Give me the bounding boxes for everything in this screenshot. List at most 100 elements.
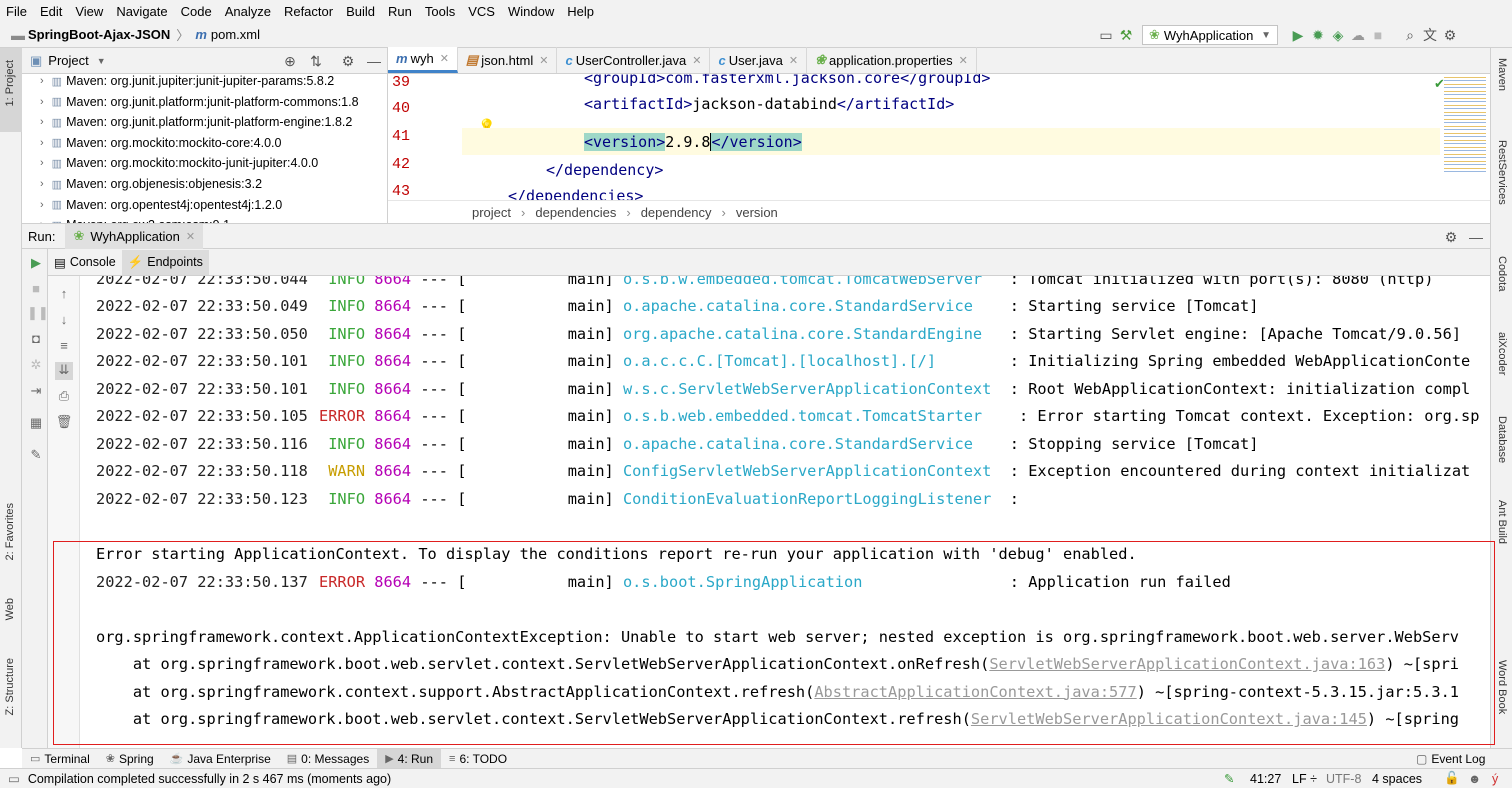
run-icon[interactable]: ▶: [1288, 25, 1308, 45]
debug-icon[interactable]: ✹: [1308, 25, 1328, 45]
close-icon[interactable]: ✕: [539, 54, 548, 67]
stop-icon[interactable]: ■: [27, 281, 45, 299]
tree-item[interactable]: › ▥ Maven: org.junit.platform:junit-platfo…: [40, 92, 359, 112]
close-icon[interactable]: ✕: [959, 54, 968, 67]
chevron-right-icon[interactable]: ›: [40, 96, 44, 108]
layout-icon[interactable]: ▦: [27, 415, 45, 433]
menu-build[interactable]: Build: [346, 4, 375, 19]
menu-file[interactable]: File: [6, 4, 27, 19]
bottom-tab[interactable]: ≡ 6: TODO: [441, 749, 515, 769]
trash-icon[interactable]: 🗑: [55, 414, 73, 432]
status-line-sep[interactable]: LF ÷: [1292, 772, 1317, 786]
tree-item[interactable]: › ▥ Maven: org.junit.jupiter:junit-jupiter…: [40, 71, 334, 91]
chevron-right-icon[interactable]: ›: [40, 137, 44, 149]
translate-icon[interactable]: 文: [1420, 25, 1440, 45]
chevron-right-icon[interactable]: ›: [40, 178, 44, 190]
menu-vcs[interactable]: VCS: [468, 4, 495, 19]
bottom-tab[interactable]: ▤ 0: Messages: [279, 749, 377, 769]
menu-code[interactable]: Code: [181, 4, 212, 19]
menu-refactor[interactable]: Refactor: [284, 4, 333, 19]
editor-tab[interactable]: ▤ json.html ✕: [458, 47, 558, 73]
nav-project[interactable]: SpringBoot-Ajax-JSON: [28, 27, 170, 42]
breadcrumb-item[interactable]: version: [736, 205, 778, 220]
menu-view[interactable]: View: [75, 4, 103, 19]
database-tool-button[interactable]: Database: [1496, 416, 1508, 463]
memory-icon[interactable]: ☻: [1468, 772, 1481, 786]
status-panel-icon[interactable]: ▭: [8, 771, 20, 786]
breadcrumb-item[interactable]: project: [472, 205, 511, 220]
favorites-tool-button[interactable]: 2: Favorites: [4, 503, 16, 560]
status-encoding[interactable]: UTF-8: [1326, 772, 1361, 786]
bottom-tab[interactable]: ▶ 4: Run: [377, 748, 442, 769]
run-app-tab[interactable]: ❀ WyhApplication ✕: [65, 223, 204, 249]
chevron-right-icon[interactable]: ›: [40, 116, 44, 128]
code-view[interactable]: <groupId>com.fasterxml.jackson.core</gro…: [462, 74, 1462, 200]
lock-icon[interactable]: 🔓: [1444, 771, 1460, 786]
editor-tab[interactable]: ❀ application.properties ✕: [807, 47, 977, 73]
minimize-icon[interactable]: —: [1466, 227, 1486, 247]
ant-build-tool-button[interactable]: Ant Build: [1496, 500, 1508, 544]
soft-wrap-icon[interactable]: ≡: [55, 338, 73, 356]
search-icon[interactable]: ⌕: [1400, 25, 1420, 45]
menu-window[interactable]: Window: [508, 4, 554, 19]
breadcrumb-item[interactable]: dependencies: [535, 205, 616, 220]
maven-tool-button[interactable]: Maven: [1496, 58, 1508, 91]
gear-icon[interactable]: ⚙: [338, 51, 358, 71]
tree-item[interactable]: › ▥ Maven: org.objenesis:objenesis:3.2: [40, 174, 262, 194]
chevron-down-icon[interactable]: ▼: [97, 56, 106, 66]
minimize-icon[interactable]: —: [364, 51, 384, 71]
locate-icon[interactable]: ⊕: [280, 51, 300, 71]
chevron-right-icon[interactable]: ›: [40, 199, 44, 211]
editor-tab[interactable]: c UserController.java ✕: [557, 47, 711, 73]
close-icon[interactable]: ✕: [789, 54, 798, 67]
aixcoder-tool-button[interactable]: aiXcoder: [1496, 332, 1508, 375]
plugin-icon[interactable]: ý: [1492, 772, 1498, 786]
menu-run[interactable]: Run: [388, 4, 412, 19]
project-panel-title[interactable]: Project: [48, 53, 88, 68]
restservices-tool-button[interactable]: RestServices: [1496, 140, 1508, 205]
coverage-icon[interactable]: ◈: [1328, 25, 1348, 45]
close-icon[interactable]: ✕: [692, 54, 701, 67]
web-tool-button[interactable]: Web: [4, 598, 16, 620]
pin-icon[interactable]: ✎: [27, 447, 45, 465]
editor-tab[interactable]: c User.java ✕: [710, 47, 808, 73]
arrow-down-icon[interactable]: ↓: [55, 312, 73, 330]
collapse-icon[interactable]: ⇅: [306, 51, 326, 71]
hammer-icon[interactable]: ⚒: [1116, 25, 1136, 45]
console-tab[interactable]: ▤ Console: [48, 250, 122, 275]
tree-item[interactable]: › ▥ Maven: org.mockito:mockito-core:4.0.0: [40, 133, 281, 153]
rerun-icon[interactable]: ▶: [27, 255, 45, 273]
close-icon[interactable]: ✕: [186, 230, 195, 243]
menu-edit[interactable]: Edit: [40, 4, 62, 19]
bottom-tab[interactable]: ▭ Terminal: [22, 749, 98, 769]
profile-icon[interactable]: ☁: [1348, 25, 1368, 45]
menu-navigate[interactable]: Navigate: [116, 4, 167, 19]
stop-icon[interactable]: ■: [1368, 25, 1388, 45]
camera-icon[interactable]: ◘: [27, 331, 45, 349]
tree-item[interactable]: › ▥ Maven: org.mockito:mockito-junit-jupit…: [40, 153, 318, 173]
scroll-to-end-icon[interactable]: ⇊: [55, 362, 73, 380]
nav-file[interactable]: pom.xml: [211, 27, 260, 42]
arrow-up-icon[interactable]: ↑: [55, 286, 73, 304]
layout-icon[interactable]: ▭: [1096, 25, 1116, 45]
exit-icon[interactable]: ⇥: [27, 383, 45, 401]
menu-analyze[interactable]: Analyze: [225, 4, 271, 19]
status-position[interactable]: 41:27: [1250, 772, 1281, 786]
codota-tool-button[interactable]: Codota: [1496, 256, 1508, 291]
tree-item[interactable]: ›▥Maven: org.ow2.asm:asm:9.1: [40, 215, 230, 223]
chevron-right-icon[interactable]: ›: [40, 75, 44, 87]
menu-tools[interactable]: Tools: [425, 4, 455, 19]
structure-tool-button[interactable]: Z: Structure: [4, 658, 16, 715]
close-icon[interactable]: ✕: [440, 52, 449, 65]
settings-icon[interactable]: ⚙: [1440, 25, 1460, 45]
breadcrumb-item[interactable]: dependency: [641, 205, 712, 220]
project-tool-button[interactable]: 1: Project: [4, 60, 16, 106]
endpoints-tab[interactable]: ⚡ Endpoints: [121, 249, 209, 275]
status-message[interactable]: Compilation completed successfully in 2 …: [28, 772, 391, 786]
tree-item[interactable]: › ▥ Maven: org.opentest4j:opentest4j:1.2.0: [40, 195, 282, 215]
tree-item[interactable]: › ▥ Maven: org.junit.platform:junit-platfo…: [40, 112, 352, 132]
bottom-tab[interactable]: ❀ Spring: [98, 749, 162, 769]
event-log-tab[interactable]: ▢ Event Log: [1408, 749, 1493, 769]
menu-help[interactable]: Help: [567, 4, 594, 19]
settings-icon[interactable]: ✲: [27, 357, 45, 375]
